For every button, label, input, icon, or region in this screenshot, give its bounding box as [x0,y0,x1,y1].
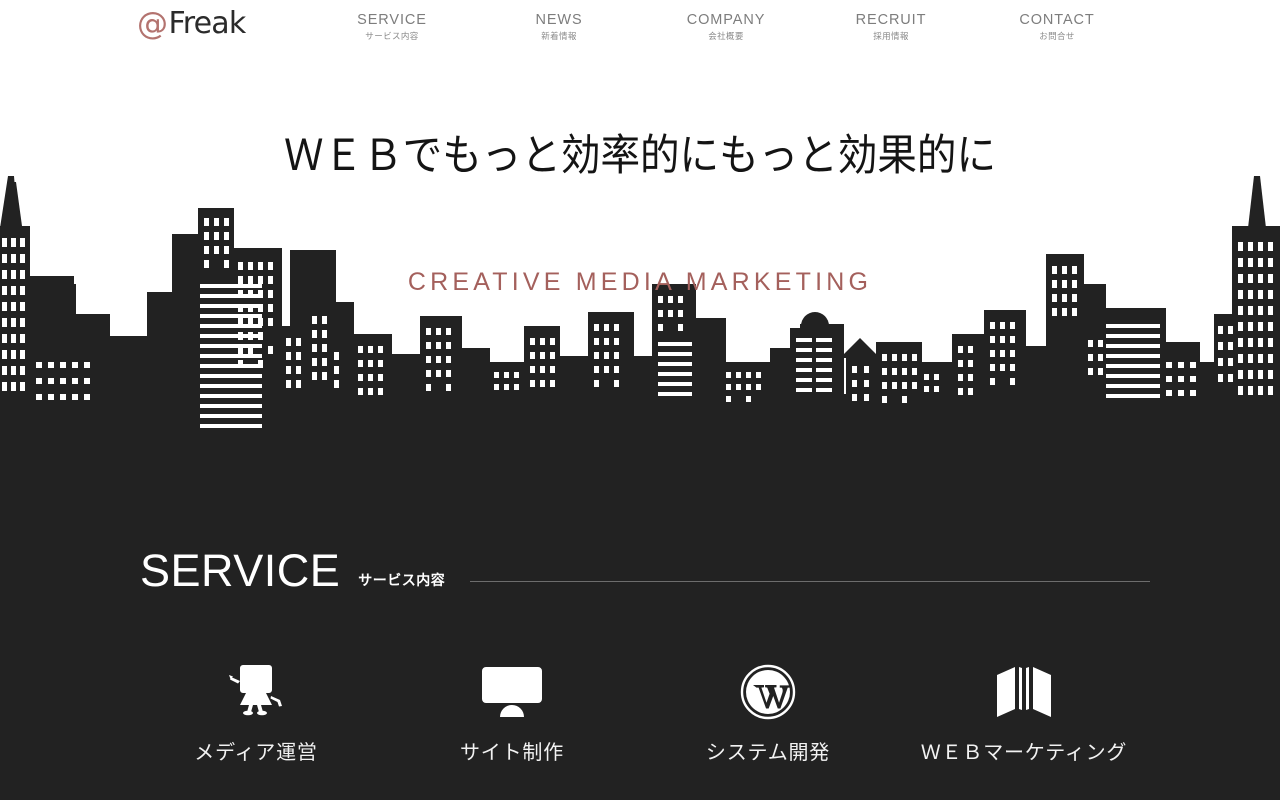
main-navigation: SERVICE サービス内容 NEWS 新着情報 COMPANY 会社概要 RE… [330,12,1150,48]
nav-label-ja: 会社概要 [708,32,744,42]
wordpress-logo-icon [740,661,796,723]
service-label: メディア運営 [194,740,318,764]
city-skyline-illustration [0,176,1280,436]
folded-map-icon [995,661,1053,723]
section-title: SERVICE [140,545,341,596]
service-section: SERVICE サービス内容 メディア運営 サイト制作 システム開発 ＷＥＢマー… [0,436,1280,800]
landing-page: @ Freak SERVICE サービス内容 NEWS 新着情報 COMPANY… [0,0,1280,800]
service-item-site-production[interactable]: サイト制作 [384,661,640,791]
nav-label-ja: 採用情報 [873,32,909,42]
site-header: @ Freak SERVICE サービス内容 NEWS 新着情報 COMPANY… [0,0,1280,56]
nav-label-en: NEWS [535,12,583,28]
nav-label-en: SERVICE [357,12,427,28]
service-item-system-development[interactable]: システム開発 [640,661,896,791]
nav-label-en: COMPANY [686,12,766,28]
section-subtitle: サービス内容 [358,573,446,589]
nav-label-ja: 新着情報 [541,32,577,42]
nav-label-en: RECRUIT [855,12,927,28]
service-item-media-management[interactable]: メディア運営 [128,661,384,791]
nav-item-company[interactable]: COMPANY 会社概要 [687,12,766,44]
service-label: サイト制作 [460,740,564,764]
service-items-list: メディア運営 サイト制作 システム開発 ＷＥＢマーケティング [128,661,1152,791]
service-label: ＷＥＢマーケティング [920,740,1128,764]
nav-item-news[interactable]: NEWS 新着情報 [535,12,582,44]
hero-headline: ＷＥＢでもっと効率的にもっと効果的に [283,131,997,181]
nav-label-ja: お問合せ [1039,32,1075,42]
nav-label-en: CONTACT [1019,12,1095,28]
at-symbol-icon: @ [137,6,168,42]
site-logo[interactable]: @ Freak [137,6,247,42]
section-divider-line [470,581,1150,582]
service-label: システム開発 [705,740,831,764]
nav-item-contact[interactable]: CONTACT お問合せ [1019,12,1094,44]
hero-subheadline: CREATIVE MEDIA MARKETING [407,268,873,296]
mascot-character-icon [221,661,291,723]
nav-item-service[interactable]: SERVICE サービス内容 [357,12,427,44]
imac-monitor-icon [482,661,542,723]
brand-name: Freak [168,6,247,41]
nav-item-recruit[interactable]: RECRUIT 採用情報 [856,12,927,44]
nav-label-ja: サービス内容 [365,32,419,42]
service-item-web-marketing[interactable]: ＷＥＢマーケティング [896,661,1152,791]
hero-section: ＷＥＢでもっと効率的にもっと効果的に CREATIVE MEDIA MARKET… [0,56,1280,436]
service-section-header: SERVICE サービス内容 [140,546,1150,596]
